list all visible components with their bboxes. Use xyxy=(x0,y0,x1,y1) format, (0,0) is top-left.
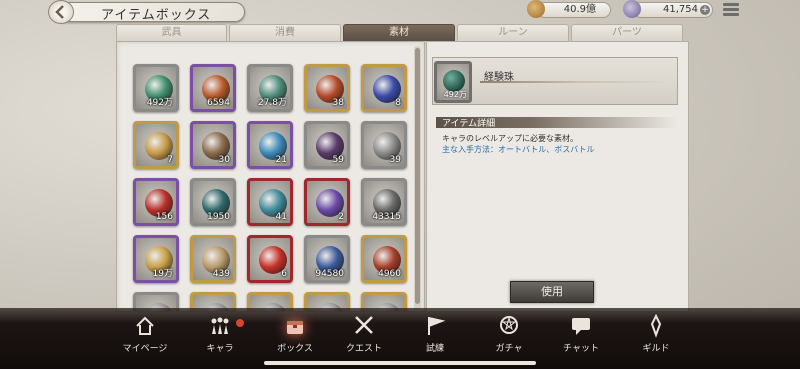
home-indicator xyxy=(264,361,536,365)
nav-label: ガチャ xyxy=(495,344,523,354)
page-title: アイテムボックス xyxy=(101,8,212,23)
item-count: 6 xyxy=(281,269,287,279)
nav-item-gacha[interactable]: ガチャ xyxy=(479,314,539,358)
box-icon xyxy=(284,314,306,338)
item-count: 492万 xyxy=(146,98,173,108)
section-title: アイテム詳細 xyxy=(442,119,496,129)
item-count: 30 xyxy=(218,155,230,165)
item-count: 7 xyxy=(167,155,173,165)
item-count: 43315 xyxy=(372,212,401,222)
item-count: 8 xyxy=(395,98,401,108)
characters-icon xyxy=(209,314,231,338)
item-slot[interactable]: 38 xyxy=(304,64,350,112)
item-slot[interactable]: 94580 xyxy=(304,235,350,283)
tab-runes[interactable]: ルーン xyxy=(457,24,569,41)
back-button[interactable] xyxy=(48,0,74,24)
item-count: 4960 xyxy=(378,269,401,279)
item-count: 94580 xyxy=(315,269,344,279)
nav-item-flag[interactable]: 試練 xyxy=(405,314,465,358)
scrollbar[interactable] xyxy=(414,46,421,312)
item-slot[interactable]: 8 xyxy=(361,64,407,112)
item-slot[interactable]: 492万 xyxy=(133,64,179,112)
nav-label: チャット xyxy=(563,344,599,354)
item-slot[interactable]: 439 xyxy=(190,235,236,283)
tab-parts[interactable]: パーツ xyxy=(571,24,683,41)
item-slot[interactable]: 6594 xyxy=(190,64,236,112)
currency-gems[interactable]: 41,754 + xyxy=(633,2,713,18)
item-count: 21 xyxy=(275,155,287,165)
menu-icon[interactable] xyxy=(723,3,739,17)
item-slot[interactable]: 4960 xyxy=(361,235,407,283)
coin-icon xyxy=(527,0,545,18)
item-count: 2 xyxy=(338,212,344,222)
nav-label: マイページ xyxy=(122,344,168,354)
item-count: 156 xyxy=(155,212,173,222)
selected-item-icon: 492万 xyxy=(434,61,472,103)
item-slot[interactable]: 156 xyxy=(133,178,179,226)
item-slot[interactable]: 41 xyxy=(247,178,293,226)
item-slot[interactable]: 19万 xyxy=(133,235,179,283)
nav-item-swords[interactable]: クエスト xyxy=(334,314,394,358)
currency-coins-value: 40.9億 xyxy=(563,4,596,15)
item-slot[interactable]: 27.8万 xyxy=(247,64,293,112)
nav-item-box[interactable]: ボックス xyxy=(265,314,325,358)
tab-materials[interactable]: 素材 xyxy=(343,24,455,41)
item-count: 41 xyxy=(275,212,287,222)
guild-icon xyxy=(645,313,667,338)
nav-label: キャラ xyxy=(206,344,234,354)
nav-label: ギルド xyxy=(642,344,670,354)
item-count: 38 xyxy=(332,98,344,108)
item-count: 27.8万 xyxy=(257,98,287,108)
nav-item-home[interactable]: マイページ xyxy=(115,314,175,358)
item-count: 6594 xyxy=(207,98,230,108)
scrollbar-thumb[interactable] xyxy=(415,48,420,304)
item-count: 1950 xyxy=(207,212,230,222)
divider xyxy=(480,81,672,83)
nav-label: クエスト xyxy=(345,344,382,354)
notification-badge xyxy=(236,319,244,327)
tab-weapons[interactable]: 武具 xyxy=(116,24,227,41)
item-slot[interactable]: 43315 xyxy=(361,178,407,226)
item-description: キャラのレベルアップに必要な素材。 xyxy=(442,134,578,143)
item-count: 59 xyxy=(332,155,344,165)
item-slot[interactable]: 7 xyxy=(133,121,179,169)
use-button[interactable]: 使用 xyxy=(510,281,594,303)
item-slot[interactable]: 21 xyxy=(247,121,293,169)
item-count: 19万 xyxy=(152,269,173,279)
home-icon xyxy=(134,314,156,338)
nav-label: ボックス xyxy=(277,344,313,354)
flag-icon xyxy=(424,314,446,338)
item-slot[interactable]: 39 xyxy=(361,121,407,169)
item-count: 439 xyxy=(212,269,230,279)
add-gems-icon[interactable]: + xyxy=(700,5,710,15)
chat-icon xyxy=(570,314,592,338)
item-slot[interactable]: 1950 xyxy=(190,178,236,226)
acquisition-route[interactable]: 主な入手方法：オートバトル、ボスバトル xyxy=(442,144,594,155)
selected-item-count: 492万 xyxy=(443,90,467,99)
swords-icon xyxy=(353,314,375,338)
currency-coins: 40.9億 xyxy=(537,2,611,18)
nav-item-guild[interactable]: ギルド xyxy=(626,313,686,358)
item-slot[interactable]: 2 xyxy=(304,178,350,226)
nav-item-chat[interactable]: チャット xyxy=(551,314,611,358)
gacha-icon xyxy=(498,314,520,338)
item-slot[interactable]: 30 xyxy=(190,121,236,169)
nav-label: 試練 xyxy=(425,344,444,354)
item-slot[interactable]: 59 xyxy=(304,121,350,169)
back-arrow-icon xyxy=(55,5,64,19)
title-bar: アイテムボックス xyxy=(60,2,245,23)
item-count: 39 xyxy=(389,155,401,165)
currency-gems-value: 41,754 xyxy=(663,4,698,15)
item-grid-panel: 492万 6594 27.8万 38 8 7 30 21 59 39 156 1950 41 2 43315… xyxy=(116,41,425,312)
tab-consumables[interactable]: 消費 xyxy=(229,24,341,41)
item-slot[interactable]: 6 xyxy=(247,235,293,283)
gem-icon xyxy=(623,0,641,18)
